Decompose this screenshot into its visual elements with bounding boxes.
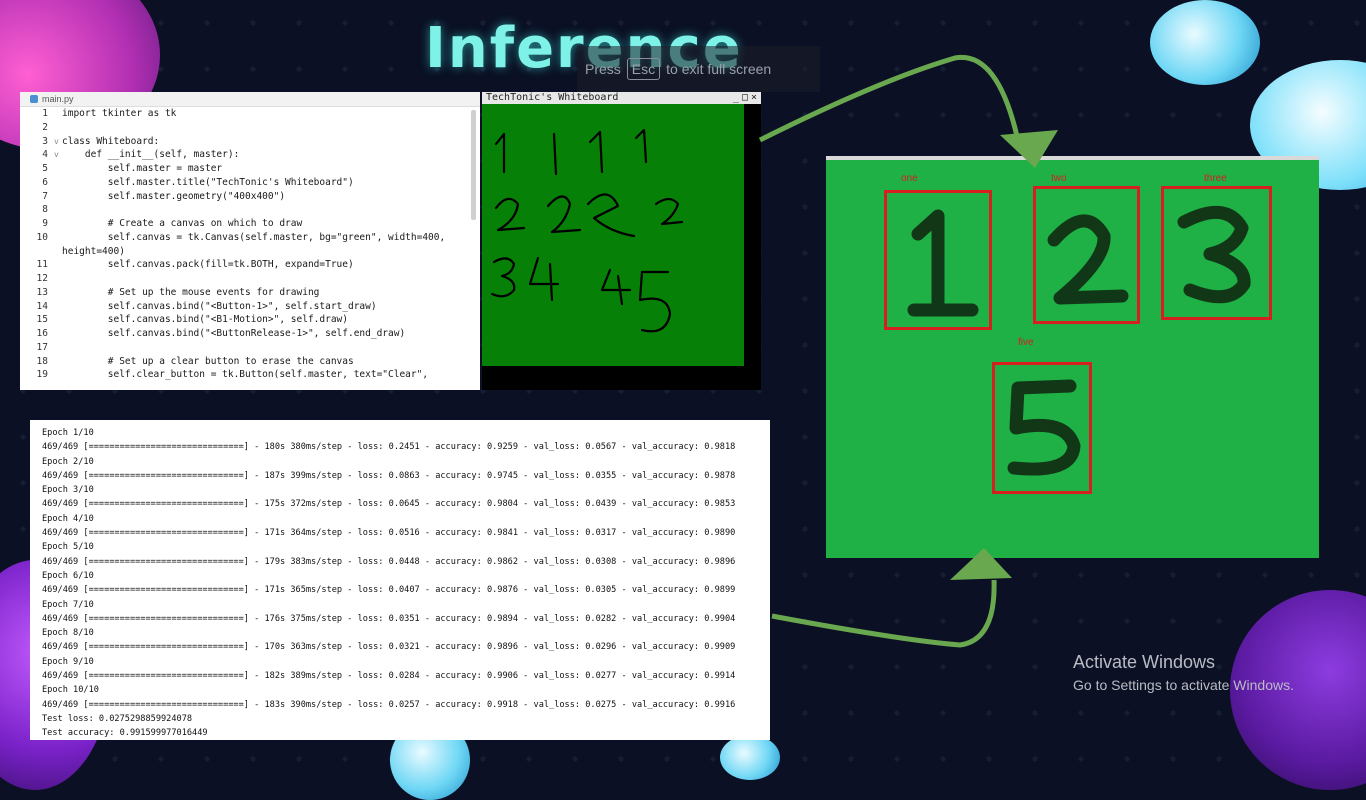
arrow-head [950,548,1012,580]
activate-windows-title: Activate Windows [1073,652,1216,672]
arrow-head [1000,130,1058,168]
arrow-from-log [771,579,997,648]
arrow-to-result [758,54,1023,151]
activate-windows-subtitle: Go to Settings to activate Windows. [1073,677,1294,693]
